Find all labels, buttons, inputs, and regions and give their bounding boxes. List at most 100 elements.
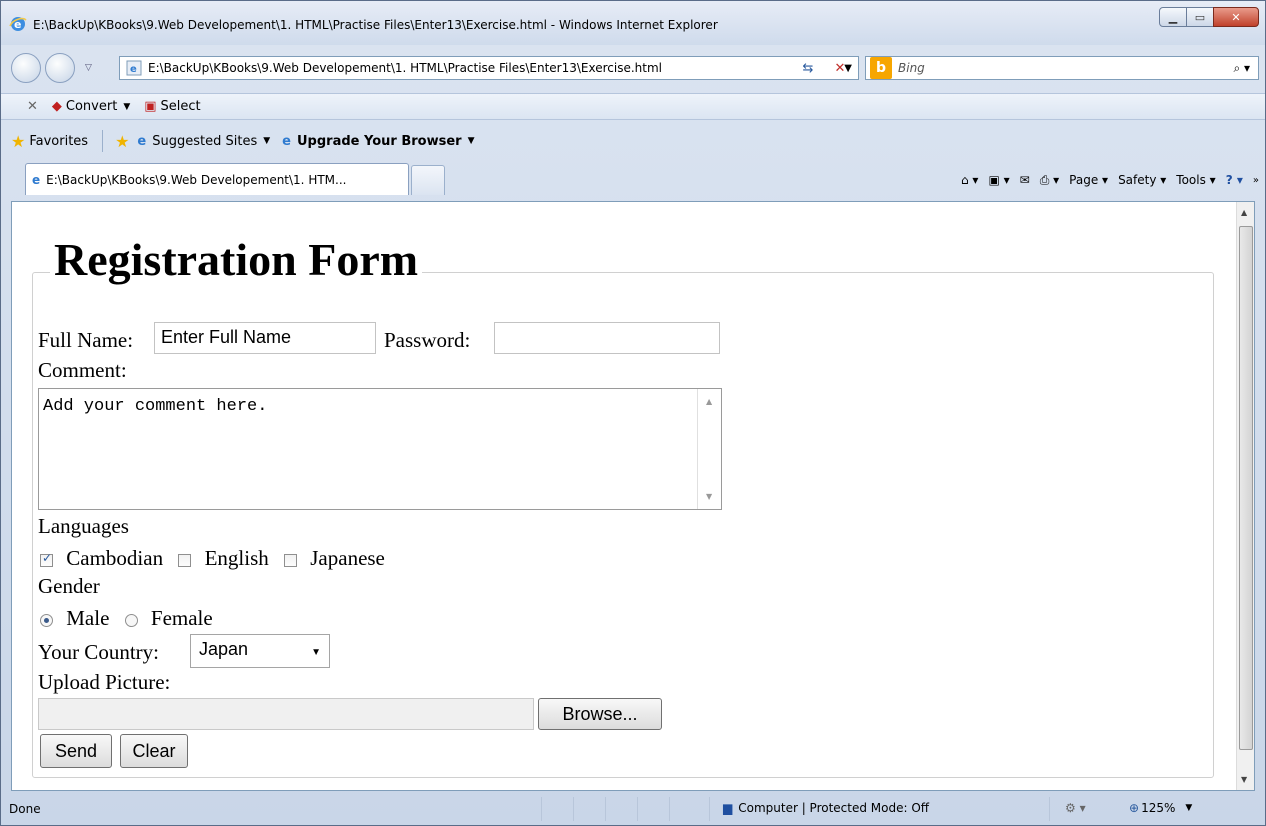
checkbox-label: Cambodian bbox=[66, 546, 164, 570]
scroll-up-icon[interactable]: ▲ bbox=[1241, 208, 1247, 217]
country-select[interactable]: Japan ▼ bbox=[190, 634, 330, 668]
form-legend: Registration Form bbox=[50, 232, 423, 288]
chevron-right-icon[interactable]: » bbox=[1253, 175, 1259, 186]
status-text: Done bbox=[9, 802, 41, 816]
page-menu-label: Page bbox=[1069, 173, 1099, 187]
computer-icon: ▆ bbox=[723, 801, 733, 815]
ie-page-icon: e bbox=[137, 133, 147, 149]
country-value: Japan bbox=[199, 639, 249, 659]
close-icon: ✕ bbox=[1231, 10, 1241, 24]
safety-menu-label: Safety bbox=[1118, 173, 1157, 187]
svg-text:e: e bbox=[130, 64, 137, 75]
address-text: E:\BackUp\KBooks\9.Web Developement\1. H… bbox=[148, 61, 662, 75]
minimize-button[interactable]: ▁ bbox=[1159, 7, 1187, 27]
suggested-sites-label: Suggested Sites bbox=[152, 133, 258, 149]
page-scrollbar[interactable]: ▲ ▼ bbox=[1236, 202, 1254, 790]
chevron-down-icon: ▼ bbox=[311, 647, 321, 658]
close-window-button[interactable]: ✕ bbox=[1213, 7, 1259, 27]
zoom-icon: ⊕ bbox=[1129, 801, 1140, 815]
security-zone[interactable]: ▆ Computer | Protected Mode: Off bbox=[723, 801, 929, 815]
checkbox-japanese[interactable] bbox=[284, 553, 297, 567]
full-name-label: Full Name: bbox=[38, 328, 134, 352]
file-path-field[interactable] bbox=[38, 698, 534, 730]
minimize-icon: ▁ bbox=[1168, 10, 1178, 24]
checkbox-label: Japanese bbox=[310, 546, 385, 570]
checkbox-english[interactable] bbox=[178, 553, 192, 567]
scroll-down-icon[interactable]: ▼ bbox=[1241, 775, 1247, 784]
tab-row: e E:\BackUp\KBooks\9.Web Developement\1.… bbox=[1, 161, 1265, 199]
favorites-button[interactable]: ★ Favorites bbox=[11, 132, 88, 151]
radio-female[interactable] bbox=[124, 613, 138, 627]
comment-text: Add your comment here. bbox=[43, 397, 268, 416]
search-box[interactable]: b Bing ⌕ ▾ bbox=[865, 56, 1259, 80]
zoom-level: 125% bbox=[1141, 801, 1176, 815]
protected-mode-icon[interactable]: ⚙ ▾ bbox=[1065, 801, 1086, 815]
page-menu[interactable]: Page ▾ bbox=[1069, 173, 1108, 187]
zone-text: Computer | Protected Mode: Off bbox=[738, 801, 930, 815]
back-button[interactable] bbox=[11, 53, 41, 83]
ie-icon: e bbox=[32, 172, 41, 187]
divider bbox=[669, 797, 670, 821]
scroll-down-icon: ▼ bbox=[706, 492, 713, 501]
radio-male[interactable] bbox=[40, 613, 53, 627]
search-icon[interactable]: ⌕ ▾ bbox=[1233, 61, 1250, 76]
scroll-thumb[interactable] bbox=[1239, 226, 1253, 750]
gender-group: Male Female bbox=[40, 606, 213, 631]
languages-label: Languages bbox=[38, 514, 129, 538]
country-label: Your Country: bbox=[38, 640, 159, 664]
search-placeholder: Bing bbox=[898, 61, 925, 75]
address-bar[interactable]: e E:\BackUp\KBooks\9.Web Developement\1.… bbox=[119, 56, 859, 80]
convert-label: Convert bbox=[65, 99, 118, 114]
star-icon: ★ bbox=[11, 131, 26, 151]
new-tab-button[interactable] bbox=[411, 165, 445, 195]
help-icon[interactable]: ? ▾ bbox=[1226, 173, 1243, 187]
divider bbox=[573, 797, 574, 821]
checkbox-cambodian[interactable] bbox=[40, 551, 53, 567]
ie-icon: e bbox=[9, 17, 27, 31]
tab-label: E:\BackUp\KBooks\9.Web Developement\1. H… bbox=[46, 172, 347, 187]
command-bar: ✕ ◆ Convert ▼ ▣ Select bbox=[1, 93, 1265, 120]
comment-textarea[interactable]: Add your comment here. ▲ ▼ bbox=[38, 388, 722, 510]
suggested-sites-link[interactable]: e Suggested Sites ▼ bbox=[137, 134, 270, 149]
tools-menu[interactable]: Tools ▾ bbox=[1176, 173, 1215, 187]
page-content: Registration Form Full Name: Enter Full … bbox=[11, 201, 1255, 791]
window-title: E:\BackUp\KBooks\9.Web Developement\1. H… bbox=[33, 18, 718, 32]
scroll-up-icon: ▲ bbox=[706, 397, 713, 406]
mail-icon[interactable]: ✉ bbox=[1020, 173, 1030, 187]
tools-menu-label: Tools bbox=[1176, 173, 1206, 187]
password-label: Password: bbox=[384, 328, 471, 352]
divider bbox=[637, 797, 638, 821]
select-label: Select bbox=[160, 99, 201, 114]
close-toolbar-icon[interactable]: ✕ bbox=[27, 99, 38, 114]
divider bbox=[709, 797, 710, 821]
address-row: ▽ e E:\BackUp\KBooks\9.Web Developement\… bbox=[1, 47, 1265, 91]
clear-button[interactable]: Clear bbox=[120, 734, 188, 768]
safety-menu[interactable]: Safety ▾ bbox=[1118, 173, 1166, 187]
browse-button[interactable]: Browse... bbox=[538, 698, 662, 730]
textarea-scrollbar[interactable]: ▲ ▼ bbox=[697, 389, 721, 509]
browser-window: e E:\BackUp\KBooks\9.Web Developement\1.… bbox=[0, 0, 1266, 826]
refresh-icon[interactable]: ⇆ bbox=[795, 56, 821, 80]
convert-icon: ◆ bbox=[51, 99, 62, 114]
upgrade-browser-label: Upgrade Your Browser bbox=[296, 133, 462, 149]
forward-button[interactable] bbox=[45, 53, 75, 83]
maximize-button[interactable]: ▭ bbox=[1186, 7, 1214, 27]
add-favorite-icon[interactable]: ★ bbox=[115, 132, 129, 151]
full-name-input[interactable]: Enter Full Name bbox=[154, 322, 376, 354]
password-input[interactable] bbox=[494, 322, 720, 354]
print-icon[interactable]: ⎙ ▾ bbox=[1040, 173, 1059, 188]
convert-button[interactable]: ◆ Convert ▼ bbox=[52, 99, 130, 114]
select-button[interactable]: ▣ Select bbox=[144, 99, 200, 114]
tab-exercise[interactable]: e E:\BackUp\KBooks\9.Web Developement\1.… bbox=[25, 163, 409, 195]
feeds-icon[interactable]: ▣ ▾ bbox=[988, 173, 1009, 187]
send-button[interactable]: Send bbox=[40, 734, 112, 768]
home-icon[interactable]: ⌂ ▾ bbox=[961, 173, 978, 187]
divider bbox=[1049, 797, 1050, 821]
languages-group: Cambodian English Japanese bbox=[40, 546, 385, 571]
title-bar: e E:\BackUp\KBooks\9.Web Developement\1.… bbox=[1, 1, 1265, 45]
bing-icon: b bbox=[870, 57, 892, 79]
stop-icon[interactable]: ✕ bbox=[827, 56, 853, 80]
history-dropdown-icon[interactable]: ▽ bbox=[85, 63, 92, 73]
zoom-control[interactable]: ⊕ 125% ▼ bbox=[1129, 801, 1192, 815]
upgrade-browser-link[interactable]: e Upgrade Your Browser ▼ bbox=[282, 134, 474, 149]
